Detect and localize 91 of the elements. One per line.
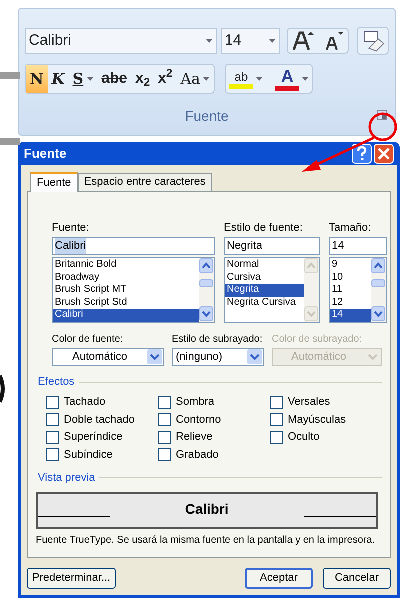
checkbox-label: Grabado <box>176 448 219 462</box>
checkbox-label: Mayúsculas <box>288 412 346 428</box>
format-button[interactable]: K <box>48 65 69 93</box>
dropdown[interactable]: (ninguno) <box>172 348 264 366</box>
help-icon[interactable] <box>352 144 372 164</box>
divider-bar <box>0 138 20 145</box>
list-item[interactable]: Negrita <box>225 284 304 297</box>
checkbox[interactable] <box>270 396 283 409</box>
text-field[interactable]: Negrita <box>224 237 320 255</box>
list-item[interactable]: Brush Script MT <box>53 284 199 297</box>
list-item[interactable]: Negrita Cursiva <box>225 296 304 310</box>
checkbox-label: Oculto <box>288 430 320 445</box>
group-label: Fuente <box>185 106 229 126</box>
highlight-button[interactable]: ab <box>229 65 264 93</box>
format-button[interactable]: x$_{2}$ <box>131 65 154 93</box>
list-item[interactable]: Calibri <box>53 309 199 322</box>
list-item[interactable]: 14 <box>330 309 371 322</box>
checkbox-label: Sombra <box>176 395 215 410</box>
divider-bar <box>0 72 20 79</box>
window-title: Fuente <box>24 144 67 163</box>
dialog-button[interactable]: Aceptar <box>245 568 313 589</box>
checkbox[interactable] <box>46 448 59 462</box>
format-button[interactable]: S <box>68 65 98 93</box>
field-label: Color de subrayado: <box>272 333 364 347</box>
dialog-launcher-icon[interactable] <box>377 110 387 120</box>
checkbox[interactable] <box>158 413 171 426</box>
arc-mark <box>0 374 6 404</box>
caret-icon <box>302 77 310 81</box>
list-item[interactable]: 9 <box>330 259 371 272</box>
info-text: Fuente TrueType. Se usará la misma fuente en la pantalla y en la impresora. <box>36 534 376 548</box>
checkbox[interactable] <box>158 430 171 444</box>
field-label: Fuente: <box>52 221 90 236</box>
scrollbar-icon[interactable] <box>199 258 214 322</box>
checkbox[interactable] <box>158 448 171 462</box>
font-color-button[interactable]: A <box>275 65 310 93</box>
field-label: Estilo de fuente: <box>224 221 304 236</box>
scrollbar-icon[interactable] <box>371 258 386 322</box>
format-button[interactable]: abe <box>98 65 132 93</box>
checkbox-label: Subíndice <box>64 448 113 462</box>
dropdown-value: Automático <box>290 350 348 365</box>
list-item[interactable]: Broadway <box>53 272 199 284</box>
checkbox[interactable] <box>46 413 59 426</box>
chevron-down-icon <box>147 349 163 365</box>
dialog-button[interactable]: Predeterminar... <box>27 568 116 589</box>
checkbox-label: Doble tachado <box>64 412 135 428</box>
list-item[interactable]: Brush Script Std <box>53 296 199 310</box>
dropdown[interactable]: Automático <box>52 348 164 366</box>
format-button[interactable]: x$^{2}$ <box>154 65 177 93</box>
section-title: Efectos <box>38 375 75 390</box>
close-icon[interactable] <box>374 144 394 164</box>
tab[interactable]: Espacio entre caracteres <box>78 173 212 191</box>
format-button[interactable]: N <box>26 65 48 93</box>
field-label: Tamaño: <box>329 221 372 236</box>
font-name-combo[interactable]: Calibri <box>25 28 217 54</box>
preview-text: Calibri <box>185 500 229 519</box>
font-size-value: 14 <box>224 30 242 51</box>
checkbox-label: Relieve <box>176 430 213 445</box>
format-button[interactable]: Aa <box>176 65 214 93</box>
checkbox-label: Tachado <box>64 395 106 410</box>
list-item[interactable]: 12 <box>330 296 371 310</box>
tab[interactable]: Fuente <box>30 172 78 192</box>
checkbox[interactable] <box>158 396 171 409</box>
field-label: Color de fuente: <box>52 333 124 347</box>
caret-icon <box>256 77 264 81</box>
eraser-icon[interactable] <box>357 27 390 55</box>
font-size-combo[interactable]: 14 <box>220 28 280 54</box>
caret-icon <box>269 39 276 43</box>
font-name-value: Calibri <box>29 30 72 51</box>
checkbox-label: Versales <box>288 395 330 410</box>
text-field[interactable]: Calibri <box>52 237 215 255</box>
checkbox[interactable] <box>270 413 283 426</box>
chevron-down-icon <box>247 349 263 365</box>
text-field[interactable]: 14 <box>329 237 387 255</box>
scrollbar-icon[interactable] <box>304 258 319 322</box>
checkbox-label: Contorno <box>176 412 222 428</box>
section-title: Vista previa <box>38 470 96 486</box>
field-label: Estilo de subrayado: <box>172 333 264 347</box>
checkbox[interactable] <box>270 430 283 444</box>
checkbox[interactable] <box>46 396 59 409</box>
list-item[interactable]: 11 <box>330 284 371 297</box>
dropdown-value: (ninguno) <box>175 350 224 365</box>
checkbox[interactable] <box>46 430 59 444</box>
dialog-button[interactable]: Cancelar <box>323 568 391 589</box>
list-item[interactable]: Cursiva <box>225 272 304 284</box>
dropdown-value: Automático <box>71 350 129 365</box>
list-item[interactable]: Britannic Bold <box>53 259 199 272</box>
highlight-circle <box>368 112 398 142</box>
list-item[interactable]: 10 <box>330 272 371 284</box>
checkbox-label: Superíndice <box>64 430 123 445</box>
caret-icon <box>206 39 213 43</box>
list-item[interactable]: Normal <box>225 259 304 272</box>
